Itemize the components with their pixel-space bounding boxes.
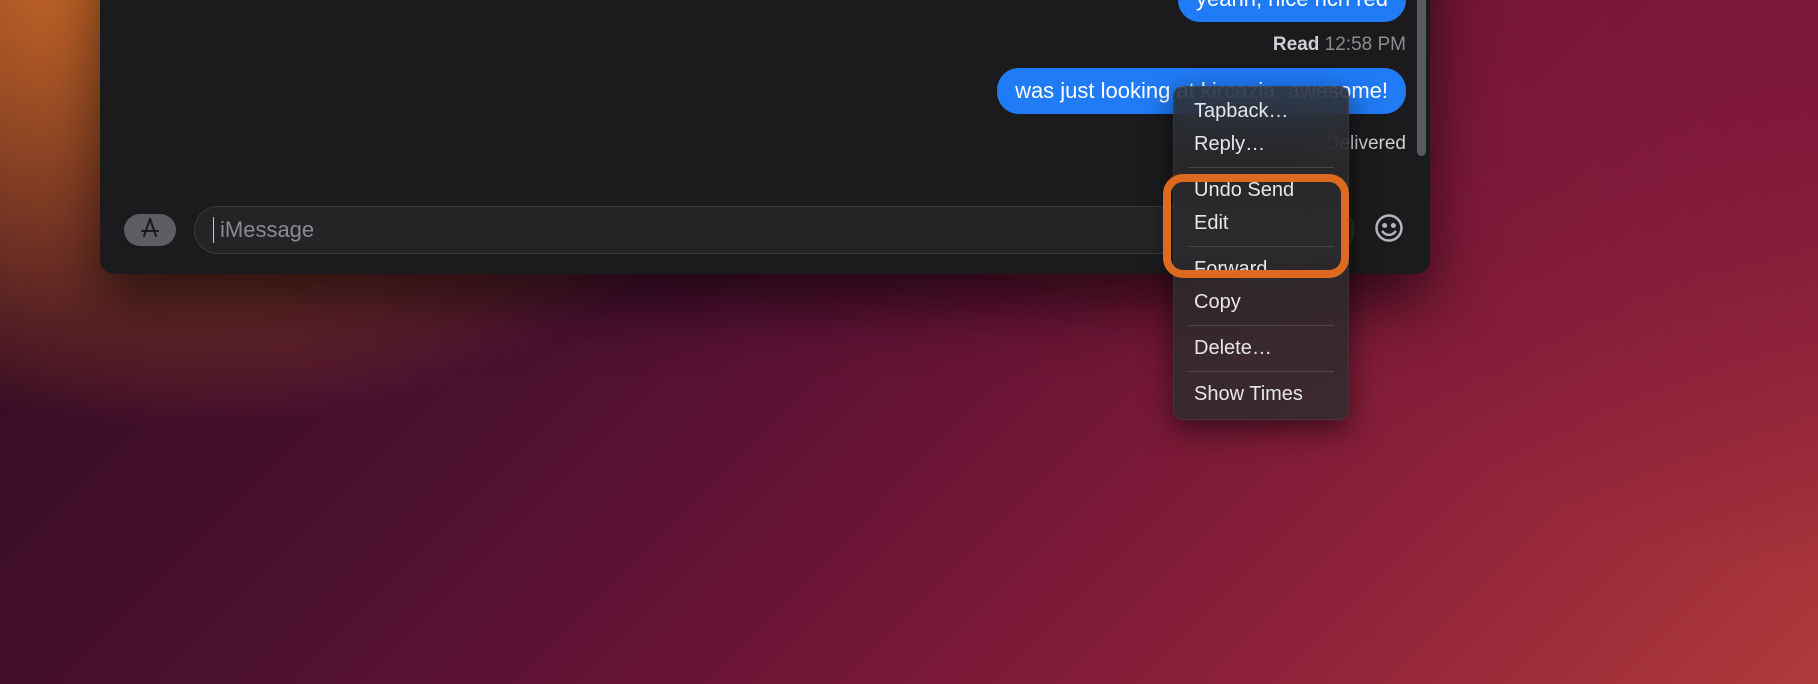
menu-separator (1188, 246, 1334, 247)
scrollbar-thumb[interactable] (1417, 0, 1426, 156)
menu-item-delete[interactable]: Delete… (1174, 332, 1348, 365)
app-store-icon (138, 216, 162, 245)
text-cursor (213, 217, 214, 243)
message-bubble[interactable]: yeahh, nice rich red (1178, 0, 1406, 22)
menu-separator (1188, 167, 1334, 168)
message-context-menu: Tapback… Reply… Undo Send Edit Forward… … (1173, 86, 1349, 420)
menu-item-reply[interactable]: Reply… (1174, 128, 1348, 161)
menu-item-copy[interactable]: Copy (1174, 286, 1348, 319)
menu-separator (1188, 371, 1334, 372)
menu-item-show-times[interactable]: Show Times (1174, 378, 1348, 411)
menu-item-undo-send[interactable]: Undo Send (1174, 174, 1348, 207)
read-label: Read (1273, 34, 1319, 55)
menu-item-edit[interactable]: Edit (1174, 207, 1348, 240)
read-time: 12:58 PM (1325, 34, 1406, 55)
menu-separator (1188, 325, 1334, 326)
read-receipt: Read 12:58 PM (1273, 34, 1406, 56)
smiley-icon (1374, 213, 1404, 248)
menu-item-forward[interactable]: Forward… (1174, 253, 1348, 286)
compose-placeholder: iMessage (220, 217, 314, 243)
emoji-picker-button[interactable] (1372, 213, 1406, 247)
apps-button[interactable] (124, 214, 176, 246)
menu-item-tapback[interactable]: Tapback… (1174, 95, 1348, 128)
